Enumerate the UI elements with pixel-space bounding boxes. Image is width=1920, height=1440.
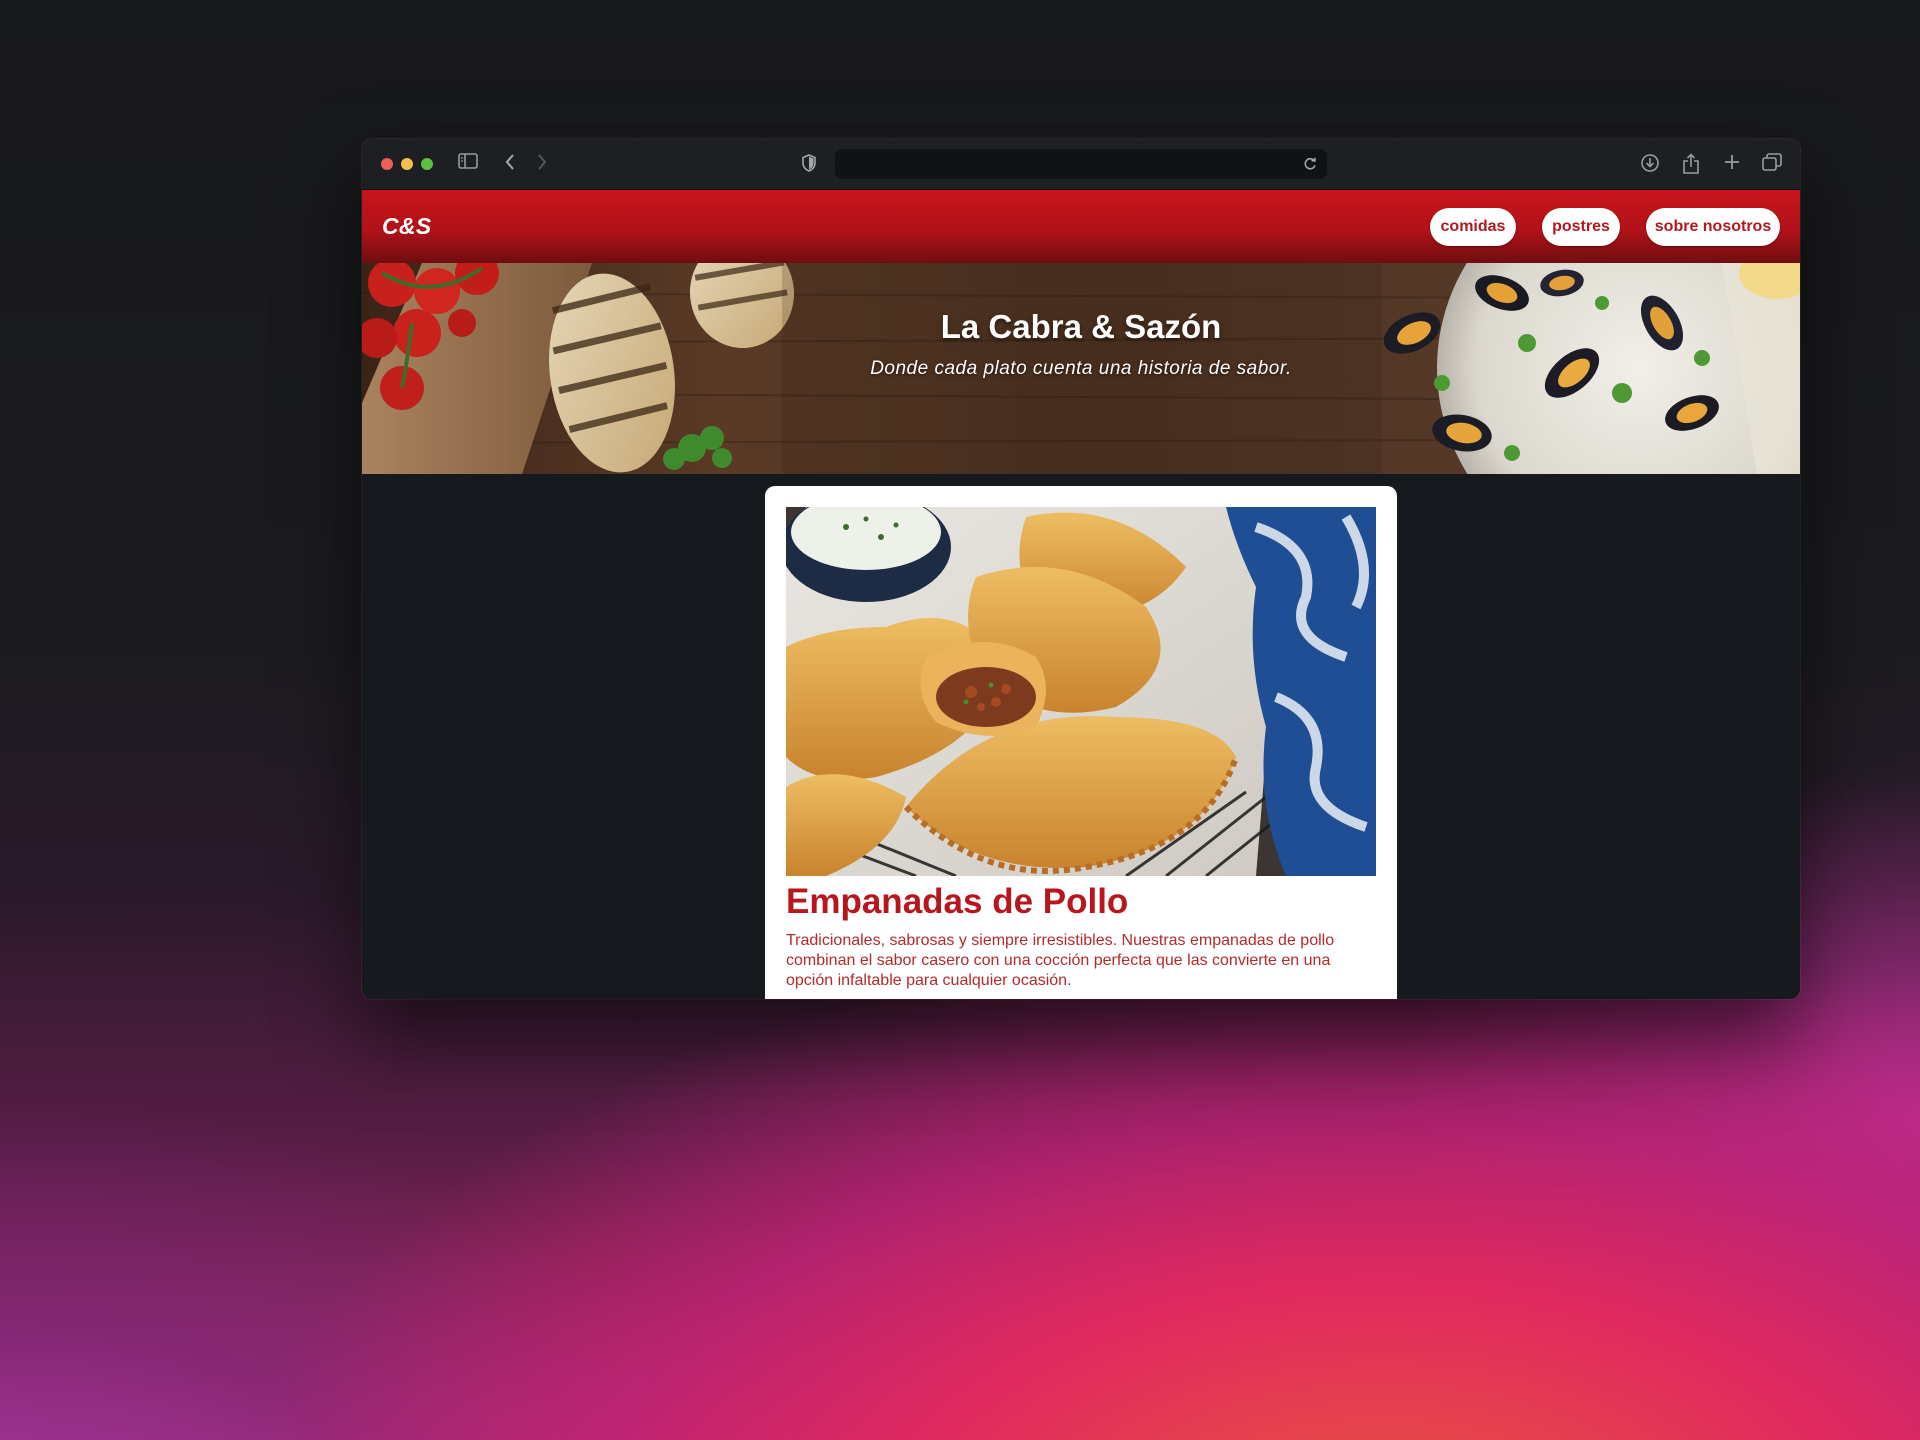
address-bar[interactable] [835,149,1327,179]
back-icon[interactable] [504,153,516,171]
hero-banner: La Cabra & Sazón Donde cada plato cuenta… [362,263,1800,474]
nav-button-postres[interactable]: postres [1542,208,1620,246]
hero-subtitle: Donde cada plato cuenta una historia de … [870,358,1292,379]
hero-title: La Cabra & Sazón [940,308,1222,345]
browser-toolbar [362,139,1800,190]
dish-title: Empanadas de Pollo [786,882,1129,921]
sidebar-icon[interactable] [458,153,478,169]
shield-icon[interactable] [802,154,816,177]
dish-description: Tradicionales, sabrosas y siempre irresi… [786,932,1335,989]
browser-window: C&S comidas postres sobre nosotros La Ca… [362,139,1800,999]
dish-card[interactable]: Empanadas de Pollo Tradicionales, sabros… [765,486,1397,999]
forward-icon[interactable] [536,153,548,171]
zoom-window-button[interactable] [421,158,433,170]
nav-button-comidas[interactable]: comidas [1430,208,1516,246]
new-tab-icon[interactable] [1723,153,1741,171]
download-icon[interactable] [1640,153,1660,173]
close-window-button[interactable] [381,158,393,170]
dish-image [786,507,1376,876]
reload-icon[interactable] [1303,156,1317,177]
nav-button-sobre-nosotros[interactable]: sobre nosotros [1646,208,1780,246]
tabs-icon[interactable] [1762,153,1782,171]
site-navbar: C&S comidas postres sobre nosotros [362,190,1800,263]
minimize-window-button[interactable] [401,158,413,170]
share-icon[interactable] [1682,153,1700,175]
site-logo[interactable]: C&S [382,213,431,240]
